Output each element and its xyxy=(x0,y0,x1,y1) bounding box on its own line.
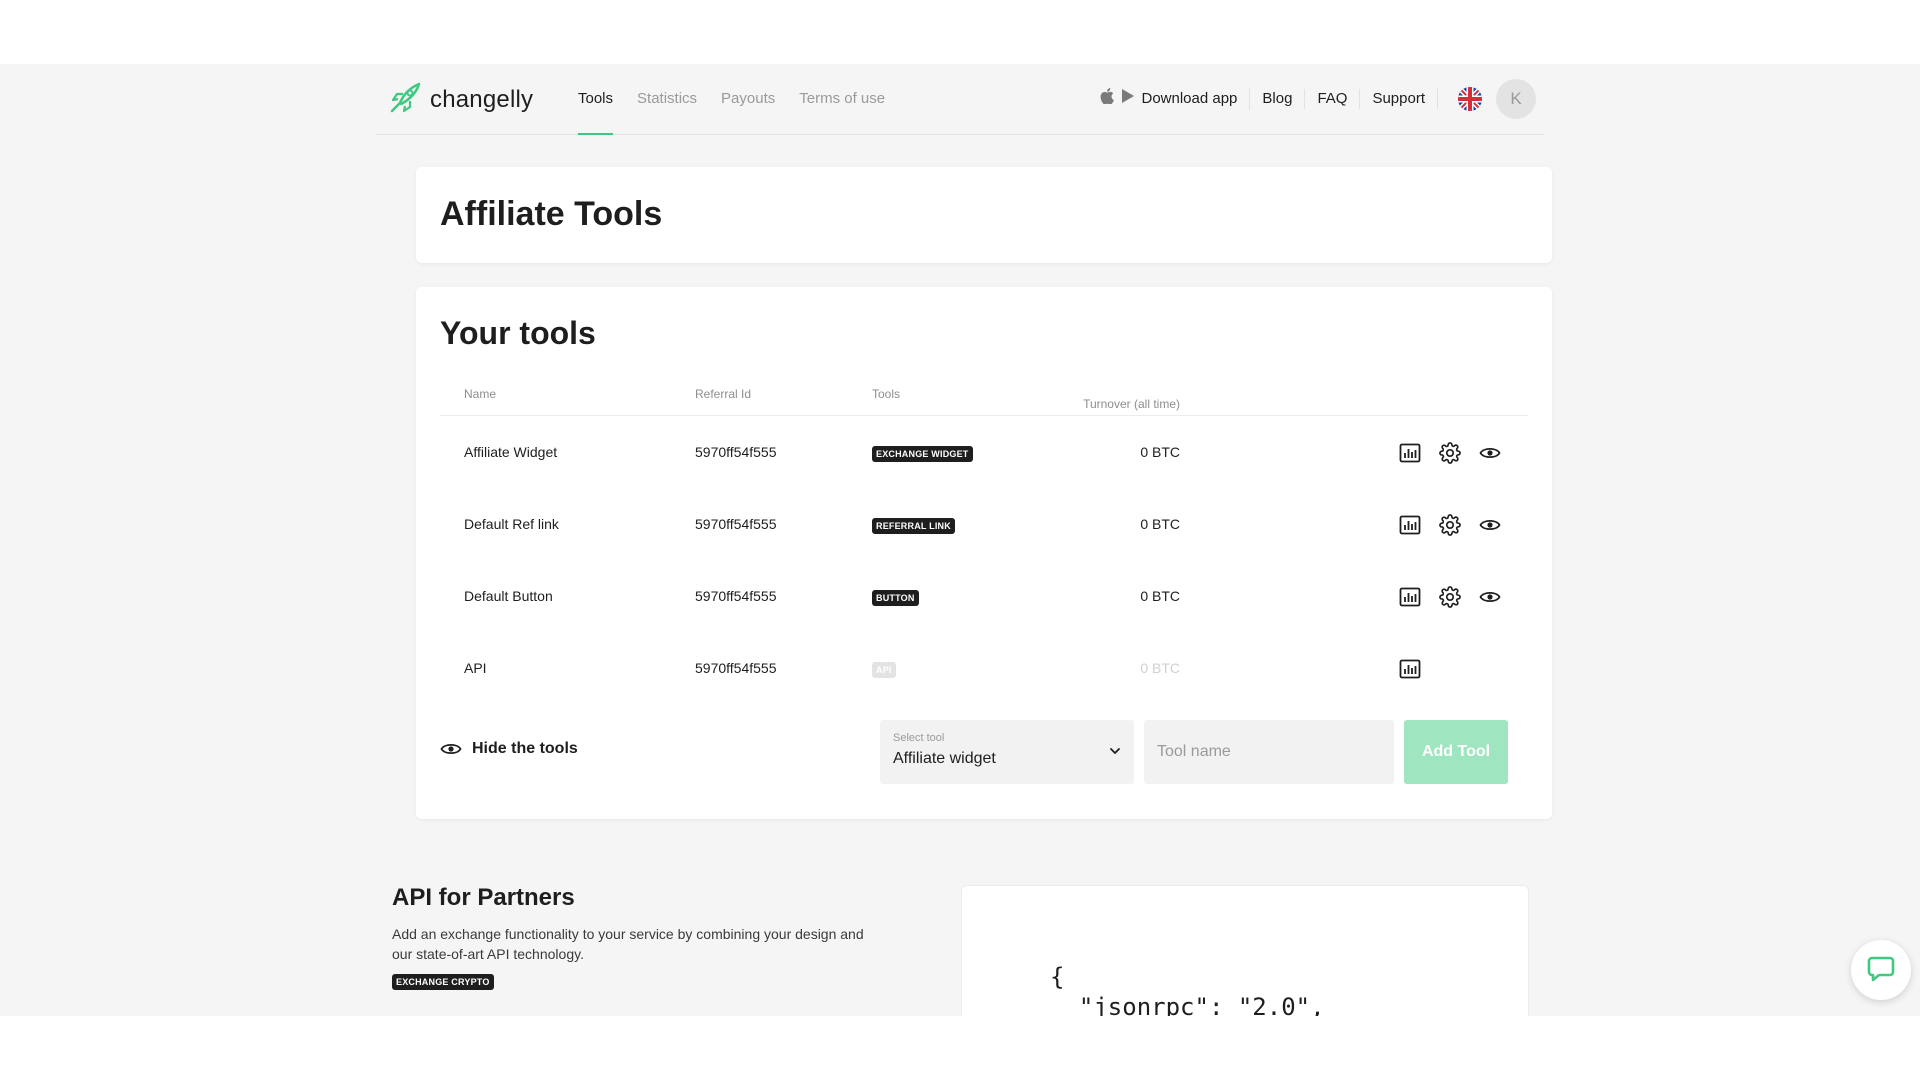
select-tool-label: Select tool xyxy=(893,732,945,744)
tool-controls: Hide the tools Select tool Affiliate wid… xyxy=(440,720,1528,784)
gear-icon[interactable] xyxy=(1438,585,1462,609)
gear-icon[interactable] xyxy=(1438,513,1462,537)
nav-payouts[interactable]: Payouts xyxy=(721,64,775,134)
blog-link[interactable]: Blog xyxy=(1250,89,1306,109)
api-code-sample: { "jsonrpc": "2.0", xyxy=(961,885,1529,1016)
user-avatar[interactable]: K xyxy=(1496,79,1536,119)
api-section-title: API for Partners xyxy=(392,884,575,911)
tool-type-badge: BUTTON xyxy=(872,588,919,606)
column-tools: Tools xyxy=(872,387,901,401)
tool-type-badge: API xyxy=(872,660,896,678)
page: changelly Tools Statistics Payouts Terms… xyxy=(0,64,1920,1016)
eye-icon xyxy=(440,741,462,757)
uk-flag-icon[interactable] xyxy=(1458,87,1482,111)
download-app-label: Download app xyxy=(1141,90,1238,107)
nav-statistics[interactable]: Statistics xyxy=(637,64,697,134)
hide-tools-button[interactable]: Hide the tools xyxy=(440,740,578,758)
eye-icon[interactable] xyxy=(1478,585,1502,609)
page-title: Affiliate Tools xyxy=(440,195,663,233)
play-store-icon xyxy=(1121,89,1134,109)
rocket-icon xyxy=(386,79,424,122)
chat-support-button[interactable] xyxy=(1851,940,1911,1000)
your-tools-card: Your tools Name Referral Id Tools Turnov… xyxy=(416,287,1552,819)
row-actions xyxy=(1398,585,1518,609)
select-tool-value: Affiliate widget xyxy=(893,750,996,767)
table-row: API 5970ff54f555 API 0 BTC xyxy=(440,632,1528,704)
gear-icon[interactable] xyxy=(1438,441,1462,465)
statistics-icon[interactable] xyxy=(1398,657,1422,681)
tool-name: Default Button xyxy=(464,588,553,604)
table-header: Name Referral Id Tools Turnover (all tim… xyxy=(440,377,1528,416)
referral-id: 5970ff54f555 xyxy=(695,516,777,532)
download-app-link[interactable]: Download app xyxy=(1088,88,1251,110)
tool-name-input[interactable] xyxy=(1144,720,1394,784)
logo-text: changelly xyxy=(430,86,534,113)
select-tool-dropdown[interactable]: Select tool Affiliate widget xyxy=(880,720,1134,784)
row-actions xyxy=(1398,657,1438,681)
api-for-partners-section: API for Partners Add an exchange functio… xyxy=(392,884,912,990)
code-snippet: { "jsonrpc": "2.0", xyxy=(1050,963,1325,1016)
tool-name: Default Ref link xyxy=(464,516,559,532)
table-row: Affiliate Widget 5970ff54f555 EXCHANGE W… xyxy=(440,416,1528,488)
referral-id: 5970ff54f555 xyxy=(695,444,777,460)
exchange-crypto-badge: EXCHANGE CRYPTO xyxy=(392,974,494,990)
api-section-description: Add an exchange functionality to your se… xyxy=(392,926,864,962)
row-actions xyxy=(1398,513,1518,537)
column-name: Name xyxy=(464,387,497,401)
table-row: Default Ref link 5970ff54f555 REFERRAL L… xyxy=(440,488,1528,560)
tools-table: Name Referral Id Tools Turnover (all tim… xyxy=(440,377,1528,704)
referral-id: 5970ff54f555 xyxy=(695,660,777,676)
tool-type-badge: REFERRAL LINK xyxy=(872,516,955,534)
nav-tools[interactable]: Tools xyxy=(578,64,614,135)
hide-tools-label: Hide the tools xyxy=(472,740,578,757)
affiliate-tools-card: Affiliate Tools xyxy=(416,167,1552,263)
changelly-logo[interactable]: changelly xyxy=(386,80,533,120)
support-link[interactable]: Support xyxy=(1360,89,1438,109)
header-right: Download app Blog FAQ Support K xyxy=(1088,64,1536,134)
column-referral-id: Referral Id xyxy=(695,387,752,401)
tool-name: Affiliate Widget xyxy=(464,444,558,460)
your-tools-title: Your tools xyxy=(440,315,596,351)
apple-icon xyxy=(1100,88,1114,110)
statistics-icon[interactable] xyxy=(1398,585,1422,609)
main-nav: Tools Statistics Payouts Terms of use xyxy=(578,64,909,135)
eye-icon[interactable] xyxy=(1478,513,1502,537)
top-header: changelly Tools Statistics Payouts Terms… xyxy=(376,64,1544,135)
eye-icon[interactable] xyxy=(1478,441,1502,465)
statistics-icon[interactable] xyxy=(1398,441,1422,465)
chat-icon xyxy=(1866,953,1896,988)
referral-id: 5970ff54f555 xyxy=(695,588,777,604)
statistics-icon[interactable] xyxy=(1398,513,1422,537)
faq-link[interactable]: FAQ xyxy=(1305,89,1361,109)
tool-type-badge: EXCHANGE WIDGET xyxy=(872,444,973,462)
tool-name: API xyxy=(464,660,487,676)
chevron-down-icon xyxy=(1108,744,1122,763)
add-tool-button[interactable]: Add Tool xyxy=(1404,720,1508,784)
row-actions xyxy=(1398,441,1518,465)
table-row: Default Button 5970ff54f555 BUTTON 0 BTC xyxy=(440,560,1528,632)
nav-terms-of-use[interactable]: Terms of use xyxy=(799,64,885,134)
